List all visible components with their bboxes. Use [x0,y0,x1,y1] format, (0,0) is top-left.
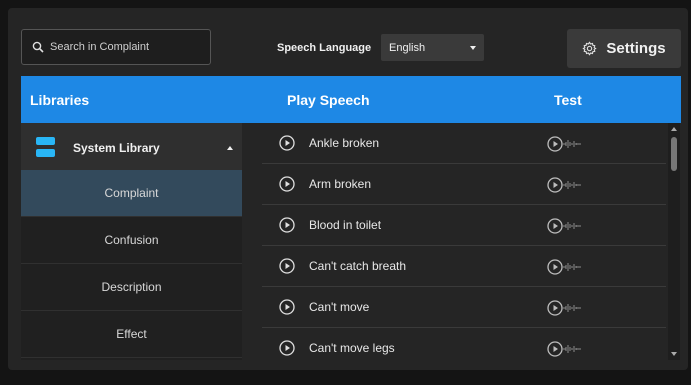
scroll-thumb[interactable] [671,137,677,171]
speech-language-label: Speech Language [277,42,372,54]
sidebar-item-label: Complaint [104,186,159,200]
settings-button[interactable]: Settings [567,29,681,68]
gear-icon [582,41,598,56]
list-scrollbar[interactable] [668,123,680,360]
header-play-speech: Play Speech [287,92,370,108]
play-icon[interactable] [279,135,295,151]
sidebar-item-complaint[interactable]: Complaint [21,170,242,217]
test-audio-icon[interactable] [547,218,583,234]
test-audio-icon[interactable] [547,341,583,357]
sidebar-item-description[interactable]: Description [21,264,242,311]
header-libraries: Libraries [30,92,90,108]
speech-name: Can't move [309,300,370,314]
play-icon[interactable] [279,299,295,315]
list-item: Can't move [262,287,666,328]
speech-name: Can't move legs [309,341,395,355]
system-library-label: System Library [73,141,160,155]
search-box[interactable] [21,29,211,65]
search-input[interactable] [50,41,200,53]
play-icon[interactable] [279,340,295,356]
header-test: Test [554,92,582,108]
speech-language-select[interactable]: English [381,34,484,61]
speech-name: Blood in toilet [309,218,382,232]
scroll-up-icon[interactable] [671,127,677,131]
test-audio-icon[interactable] [547,300,583,316]
list-item: Ankle broken [262,123,666,164]
app-window: Speech Language English Settings Librari… [0,0,691,385]
sidebar-item-confusion[interactable]: Confusion [21,217,242,264]
chevron-up-icon[interactable] [227,146,233,150]
sidebar-item-label: Confusion [104,233,159,247]
sidebar-item-effect[interactable]: Effect [21,311,242,358]
test-audio-icon[interactable] [547,177,583,193]
list-item: Blood in toilet [262,205,666,246]
list-item: Can't catch breath [262,246,666,287]
list-item: Can't move legs [262,328,666,360]
list-item: Arm broken [262,164,666,205]
sidebar-item-label: Description [101,280,162,294]
speech-name: Arm broken [309,177,372,191]
play-icon[interactable] [279,217,295,233]
library-icon [36,137,55,157]
settings-label: Settings [606,40,666,57]
scroll-down-icon[interactable] [671,352,677,356]
play-icon[interactable] [279,176,295,192]
chevron-down-icon [470,46,476,50]
library-sidebar: System Library Complaint Confusion Descr… [21,123,242,360]
speech-name: Can't catch breath [309,259,407,273]
test-audio-icon[interactable] [547,136,583,152]
sidebar-item-label: Effect [116,327,147,341]
speech-language-value: English [389,41,426,54]
table-header: Libraries Play Speech Test [21,76,681,123]
test-audio-icon[interactable] [547,259,583,275]
play-icon[interactable] [279,258,295,274]
search-icon [32,41,44,53]
speech-list: Ankle broken Arm broken Blood in toilet … [262,123,666,360]
system-library-group[interactable]: System Library [21,123,242,170]
speech-name: Ankle broken [309,136,380,150]
